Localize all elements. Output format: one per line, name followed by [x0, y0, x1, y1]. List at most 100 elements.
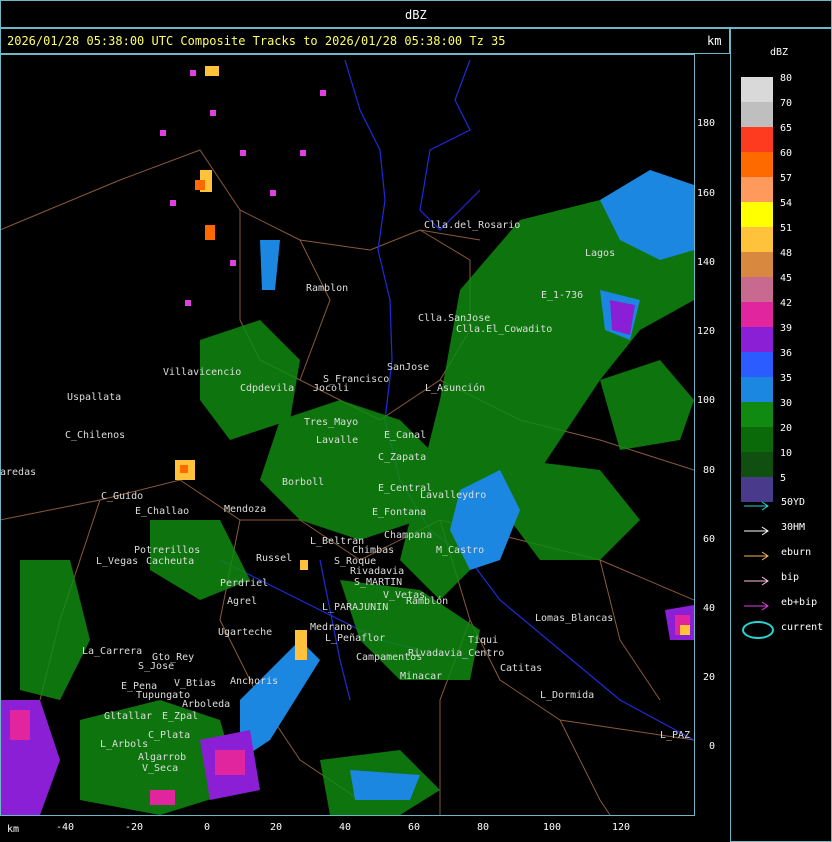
legend-level-label: 45: [780, 273, 793, 284]
place-label: L_Arbols: [100, 739, 149, 750]
place-label: Jocoli: [313, 383, 350, 394]
place-label: Catitas: [500, 663, 543, 674]
y-tick: 120: [697, 326, 716, 337]
legend-swatch: [741, 277, 773, 302]
y-tick: 0: [709, 741, 716, 752]
x-tick: 20: [270, 822, 283, 833]
place-label: Clla.El_Cowadito: [456, 324, 553, 335]
legend-level-label: 48: [780, 248, 793, 259]
place-label: M_Castro: [436, 545, 485, 556]
place-label: aredas: [0, 467, 37, 478]
y-tick: 40: [703, 603, 716, 614]
place-label: Campamentos: [356, 652, 423, 663]
place-label: L_Vegas: [96, 556, 139, 567]
legend-swatch: [741, 377, 773, 402]
place-label: S_MARTIN: [354, 577, 403, 588]
place-label: E_1-736: [541, 290, 584, 301]
track-arrow-icon: [742, 497, 772, 511]
place-label: Mendoza: [224, 504, 267, 515]
legend-level-label: 42: [780, 298, 793, 309]
legend-swatch: [741, 252, 773, 277]
legend-level-label: 5: [780, 473, 787, 484]
current-ellipse-icon: [742, 621, 774, 639]
place-label: Ramblón: [406, 596, 449, 607]
place-label: Lomas_Blancas: [535, 613, 614, 624]
legend-swatch: [741, 152, 773, 177]
legend-level-label: 54: [780, 198, 793, 209]
legend-swatch: [741, 77, 773, 102]
track-legend-label: 50YD: [781, 497, 806, 508]
x-tick: -20: [125, 822, 144, 833]
place-label: S_Jose: [138, 661, 175, 672]
place-label: L_Peñaflor: [325, 633, 386, 644]
x-tick: -40: [56, 822, 75, 833]
x-tick: 120: [612, 822, 631, 833]
track-legend-label: bip: [781, 572, 800, 583]
legend-level-label: 51: [780, 223, 793, 234]
legend-swatch: [741, 452, 773, 477]
place-label: Ramblon: [306, 283, 349, 294]
place-label: Chimbas: [352, 545, 395, 556]
track-legend-label: current: [781, 622, 824, 633]
place-label: V_Seca: [142, 763, 179, 774]
echo-orange: [180, 180, 215, 473]
place-label: Ugarteche: [218, 627, 273, 638]
track-arrow-icon: [742, 522, 772, 536]
place-label: Gltallar: [104, 711, 153, 722]
y-tick: 100: [697, 395, 716, 406]
y-tick: 60: [703, 534, 716, 545]
legend-swatch: [741, 102, 773, 127]
legend-swatch: [741, 327, 773, 352]
place-label: Villavicencio: [163, 367, 242, 378]
y-tick: 20: [703, 672, 716, 683]
track-legend-label: eburn: [781, 547, 812, 558]
track-legend-label: 30HM: [781, 522, 806, 533]
legend-swatch: [741, 202, 773, 227]
legend-level-label: 30: [780, 398, 793, 409]
place-label: Rivadavia: [350, 566, 405, 577]
legend-level-label: 20: [780, 423, 793, 434]
place-label: Rivadavia_Centro: [408, 648, 505, 659]
legend-swatch: [741, 227, 773, 252]
legend-swatch: [741, 402, 773, 427]
legend-level-label: 65: [780, 123, 793, 134]
x-tick: 40: [339, 822, 352, 833]
x-tick: 0: [204, 822, 211, 833]
legend-title: dBZ: [770, 47, 789, 58]
place-label: Tres_Mayo: [304, 417, 359, 428]
place-label: V_Btias: [174, 678, 217, 689]
place-label: Algarrob: [138, 752, 187, 763]
place-label: L_PAZ: [660, 730, 691, 741]
place-label: Cdpdevila: [240, 383, 295, 394]
echo-specks: [160, 70, 326, 306]
legend-level-label: 10: [780, 448, 793, 459]
legend-level-label: 57: [780, 173, 793, 184]
place-label: SanJose: [387, 362, 430, 373]
place-label: Russel: [256, 553, 293, 564]
track-legend-label: eb+bip: [781, 597, 818, 608]
legend-level-label: 35: [780, 373, 793, 384]
y-tick: 180: [697, 118, 716, 129]
legend-swatch: [741, 127, 773, 152]
legend-level-label: 39: [780, 323, 793, 334]
legend-level-label: 36: [780, 348, 793, 359]
place-label: Lavalle: [316, 435, 359, 446]
track-arrow-icon: [742, 547, 772, 561]
place-label: Clla.SanJose: [418, 313, 491, 324]
y-tick: 160: [697, 188, 716, 199]
x-tick: 80: [477, 822, 490, 833]
place-label: Agrel: [227, 596, 258, 607]
place-label: L_PARAJUNIN: [322, 602, 389, 613]
y-tick: 80: [703, 465, 716, 476]
legend-swatch: [741, 177, 773, 202]
place-label: Borboll: [282, 477, 325, 488]
place-label: C_Zapata: [378, 452, 427, 463]
place-label: E_Zpal: [162, 711, 199, 722]
place-label: Anchoris: [230, 676, 279, 687]
place-label: La_Carrera: [82, 646, 143, 657]
legend-swatch: [741, 352, 773, 377]
x-tick: 100: [543, 822, 562, 833]
place-label: Medrano: [310, 622, 353, 633]
legend-swatch: [741, 427, 773, 452]
legend-level-label: 80: [780, 73, 793, 84]
